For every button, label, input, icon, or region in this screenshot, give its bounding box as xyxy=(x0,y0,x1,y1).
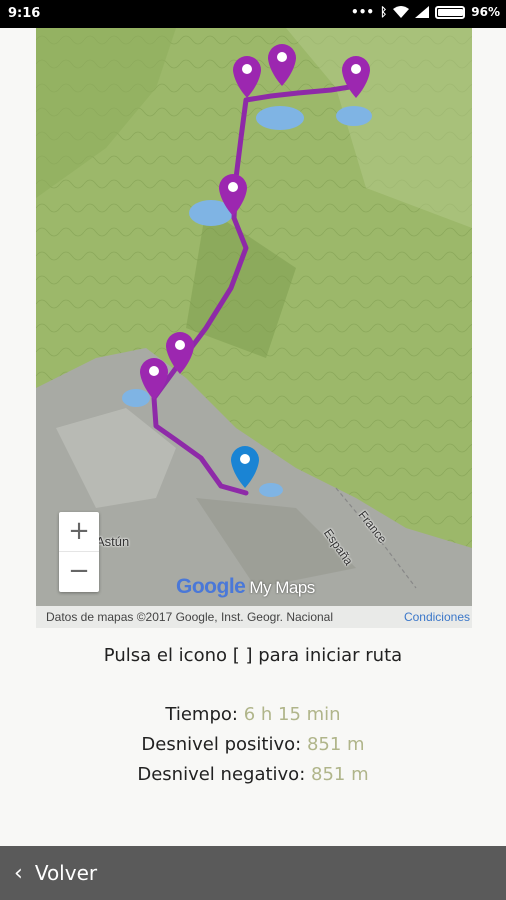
more-dots-icon: ••• xyxy=(351,5,375,19)
stat-descent-label: Desnivel negativo: xyxy=(137,764,306,785)
status-icons: ••• ᛒ 96% xyxy=(351,5,500,19)
status-bar: 9:16 ••• ᛒ 96% xyxy=(0,0,506,28)
bluetooth-icon: ᛒ xyxy=(380,5,388,19)
back-label: Volver xyxy=(34,861,98,885)
stat-ascent-label: Desnivel positivo: xyxy=(141,734,302,755)
lake xyxy=(259,483,283,497)
stat-descent: Desnivel negativo: 851 m xyxy=(0,760,506,790)
status-time: 9:16 xyxy=(8,6,41,21)
zoom-out-button[interactable]: − xyxy=(59,552,99,592)
stat-time: Tiempo: 6 h 15 min xyxy=(0,700,506,730)
battery-percent: 96% xyxy=(471,5,500,19)
battery-icon xyxy=(435,5,466,19)
my-maps-logo-text: My Maps xyxy=(249,578,315,597)
route-stats: Tiempo: 6 h 15 min Desnivel positivo: 85… xyxy=(0,700,506,790)
bottom-nav-bar: ‹ Volver xyxy=(0,846,506,900)
google-my-maps-logo: Google My Maps xyxy=(176,575,315,599)
lake xyxy=(122,389,150,407)
map-label-astun: Astún xyxy=(96,534,130,549)
attribution-text: Datos de mapas ©2017 Google, Inst. Geogr… xyxy=(46,610,334,624)
chevron-left-icon: ‹ xyxy=(14,860,23,886)
stat-ascent: Desnivel positivo: 851 m xyxy=(0,730,506,760)
lake xyxy=(256,106,304,130)
google-logo-text: Google xyxy=(176,575,246,598)
zoom-in-button[interactable]: + xyxy=(59,512,99,552)
zoom-controls: + − xyxy=(59,512,99,592)
wifi-icon xyxy=(393,6,410,18)
stat-time-label: Tiempo: xyxy=(165,704,238,725)
map-attribution: Datos de mapas ©2017 Google, Inst. Geogr… xyxy=(36,606,472,628)
stat-time-value: 6 h 15 min xyxy=(243,704,341,725)
lake xyxy=(336,106,372,126)
signal-icon xyxy=(415,6,430,18)
back-button[interactable]: ‹ Volver xyxy=(0,846,97,900)
stat-ascent-value: 851 m xyxy=(306,734,365,755)
conditions-link[interactable]: Condiciones xyxy=(404,606,470,628)
route-map[interactable]: Astún France España + − Google My Maps Da… xyxy=(36,28,472,628)
route-instruction: Pulsa el icono [ ] para iniciar ruta xyxy=(103,645,403,666)
stat-descent-value: 851 m xyxy=(311,764,369,785)
